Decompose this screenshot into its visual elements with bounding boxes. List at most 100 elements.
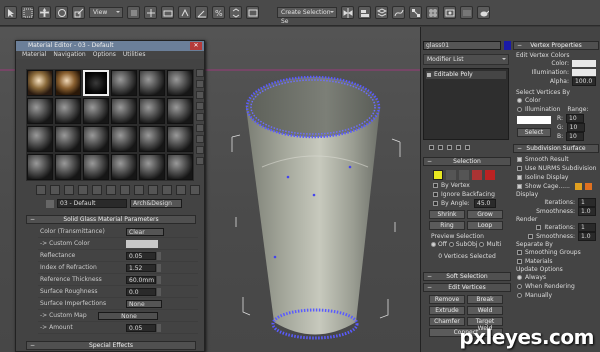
mirror-icon[interactable] <box>341 6 354 19</box>
grow-button[interactable]: Grow <box>467 210 503 219</box>
manually-radio[interactable] <box>517 293 522 298</box>
curve-editor-icon[interactable] <box>392 6 405 19</box>
polygon-icon[interactable] <box>472 169 482 180</box>
get-material-icon[interactable] <box>36 185 46 195</box>
modifier-stack[interactable]: Editable Poly <box>423 68 509 140</box>
material-map-navigator-icon[interactable] <box>196 157 204 165</box>
illumination-swatch[interactable] <box>572 69 596 76</box>
menu-material[interactable]: Material <box>22 51 46 59</box>
preview-multi-radio[interactable] <box>479 242 485 247</box>
soft-selection-header[interactable]: Soft Selection <box>423 272 511 281</box>
by-vertex-checkbox[interactable] <box>433 183 438 188</box>
edit-named-selection-icon[interactable] <box>246 6 259 19</box>
preview-off-radio[interactable] <box>431 242 436 247</box>
material-editor-titlebar[interactable]: Material Editor - 03 - Default ✕ <box>16 41 204 51</box>
material-type-button[interactable]: Arch&Design <box>130 199 182 208</box>
put-to-library-icon[interactable] <box>120 185 130 195</box>
spinner-icon[interactable] <box>157 263 161 272</box>
sample-slot[interactable] <box>139 154 165 180</box>
break-button[interactable]: Break <box>467 295 503 304</box>
sample-slot[interactable] <box>83 154 109 180</box>
sample-slot[interactable] <box>167 98 193 124</box>
sample-slot[interactable] <box>27 154 53 180</box>
schematic-view-icon[interactable] <box>409 6 422 19</box>
assign-to-selection-icon[interactable] <box>64 185 74 195</box>
render-teapot-icon[interactable] <box>477 6 490 19</box>
video-color-check-icon[interactable] <box>196 113 204 121</box>
color-dropdown[interactable]: Clear <box>126 227 164 236</box>
menu-utilities[interactable]: Utilities <box>123 51 146 59</box>
pin-stack-icon[interactable] <box>429 145 434 150</box>
snap-icon[interactable] <box>178 6 191 19</box>
make-unique-icon[interactable] <box>447 145 452 150</box>
sample-slot[interactable] <box>83 126 109 152</box>
sample-slot[interactable] <box>55 70 81 96</box>
named-selection-dropdown[interactable]: Create Selection Se <box>277 7 337 25</box>
select-icon[interactable] <box>4 6 17 19</box>
subdivision-header[interactable]: Subdivision Surface <box>513 144 599 153</box>
when-rendering-radio[interactable] <box>517 284 522 289</box>
smoothing-groups-checkbox[interactable] <box>517 250 522 255</box>
rendered-frame-icon[interactable] <box>460 6 473 19</box>
remove-button[interactable]: Remove <box>429 295 465 304</box>
angle-snap-icon[interactable] <box>195 6 208 19</box>
spinner-icon[interactable] <box>157 275 161 284</box>
percent-snap-icon[interactable]: % <box>212 6 225 19</box>
modifier-list-dropdown[interactable]: Modifier List <box>423 54 509 65</box>
thickness-field[interactable]: 60.0mm <box>126 275 156 284</box>
sample-slot[interactable] <box>55 126 81 152</box>
sample-slot[interactable] <box>111 126 137 152</box>
rotate-icon[interactable] <box>55 6 68 19</box>
select-region-icon[interactable] <box>21 6 34 19</box>
material-id-icon[interactable] <box>134 185 144 195</box>
show-end-result-icon[interactable] <box>162 185 172 195</box>
vertex-color-swatch[interactable] <box>572 60 596 67</box>
use-nurms-checkbox[interactable] <box>517 166 522 171</box>
sample-slot[interactable] <box>111 154 137 180</box>
pivot-icon[interactable] <box>127 6 140 19</box>
close-icon[interactable]: ✕ <box>190 42 202 50</box>
copy-material-icon[interactable] <box>92 185 102 195</box>
by-angle-checkbox[interactable] <box>433 201 438 206</box>
render-smoothness-checkbox[interactable] <box>528 234 534 239</box>
materials-checkbox[interactable] <box>517 259 522 264</box>
move-icon[interactable] <box>38 6 51 19</box>
sample-slot[interactable] <box>83 98 109 124</box>
extrude-button[interactable]: Extrude <box>429 306 465 315</box>
angle-field[interactable]: 45.0 <box>474 199 496 208</box>
sample-slot[interactable] <box>167 70 193 96</box>
render-iterations-field[interactable]: 1 <box>578 223 596 232</box>
sample-slot[interactable] <box>111 98 137 124</box>
select-color-swatch[interactable] <box>517 116 551 124</box>
selection-rollout-header[interactable]: Selection <box>423 157 511 166</box>
select-button[interactable]: Select <box>517 128 551 137</box>
render-smoothness-field[interactable]: 1.0 <box>578 232 596 241</box>
sample-slot[interactable] <box>55 98 81 124</box>
sample-slot[interactable] <box>55 154 81 180</box>
alpha-field[interactable]: 100.0 <box>572 77 596 86</box>
menu-options[interactable]: Options <box>93 51 116 59</box>
keyboard-shortcut-icon[interactable] <box>161 6 174 19</box>
material-editor-window[interactable]: Material Editor - 03 - Default ✕ Materia… <box>15 40 205 352</box>
weld-button[interactable]: Weld <box>467 306 503 315</box>
expand-icon[interactable] <box>427 73 431 77</box>
reference-coord-dropdown[interactable]: View <box>89 7 123 18</box>
preview-subobj-radio[interactable] <box>448 242 454 247</box>
render-setup-icon[interactable] <box>443 6 456 19</box>
range-r-field[interactable]: 10 <box>566 114 585 123</box>
go-to-parent-icon[interactable] <box>176 185 186 195</box>
always-radio[interactable] <box>517 275 522 280</box>
vertex-icon[interactable] <box>433 169 443 180</box>
sample-slot[interactable] <box>27 70 53 96</box>
backlight-icon[interactable] <box>196 80 204 88</box>
range-g-field[interactable]: 10 <box>566 123 585 132</box>
background-icon[interactable] <box>196 91 204 99</box>
stack-item[interactable]: Editable Poly <box>426 71 506 79</box>
sample-slot[interactable] <box>139 98 165 124</box>
align-icon[interactable] <box>358 6 371 19</box>
loop-button[interactable]: Loop <box>467 221 503 230</box>
eyedropper-icon[interactable] <box>46 199 54 208</box>
roughness-field[interactable]: 0.0 <box>126 287 156 296</box>
object-color-swatch[interactable] <box>504 41 511 50</box>
range-b-field[interactable]: 10 <box>566 132 585 141</box>
